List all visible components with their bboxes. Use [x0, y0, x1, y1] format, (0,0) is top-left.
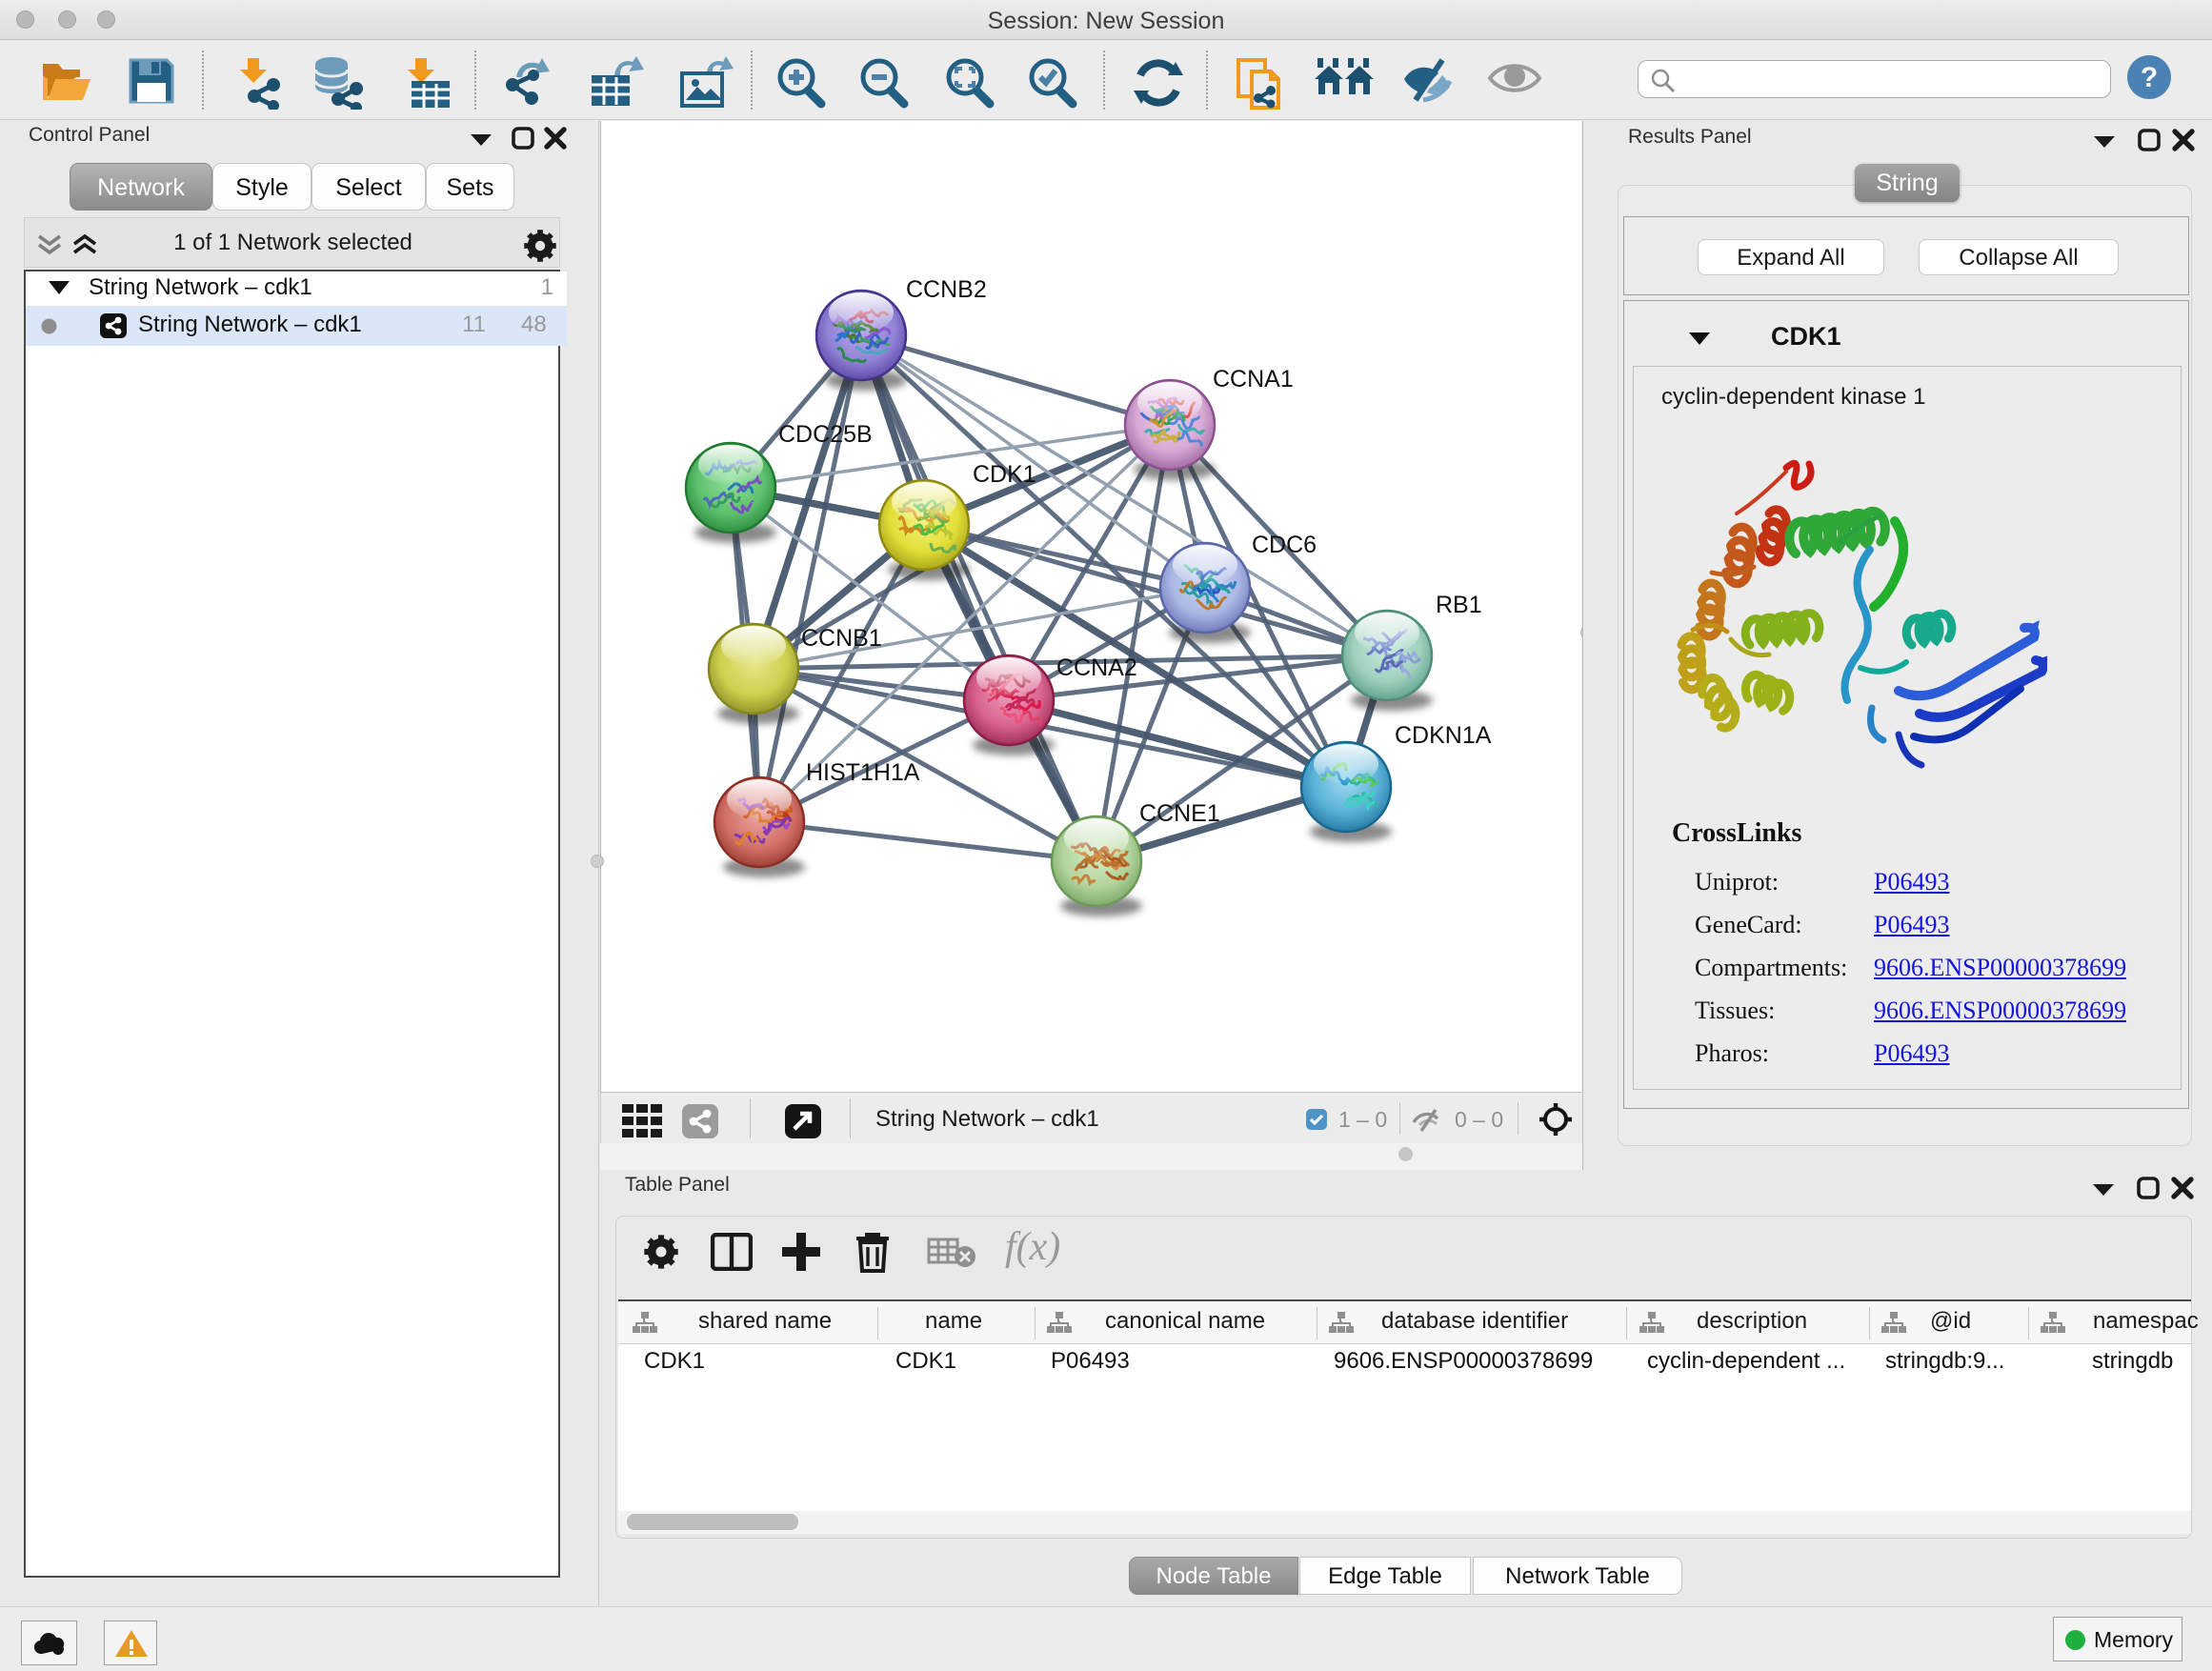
svg-text:RB1: RB1 — [1436, 592, 1482, 618]
svg-text:CDC25B: CDC25B — [778, 421, 873, 448]
svg-text:HIST1H1A: HIST1H1A — [806, 759, 920, 786]
svg-text:CCNA1: CCNA1 — [1213, 366, 1294, 393]
svg-text:?: ? — [2141, 62, 2158, 93]
svg-text:CDK1: CDK1 — [973, 461, 1036, 488]
svg-text:CDKN1A: CDKN1A — [1395, 722, 1492, 749]
svg-text:CCNB1: CCNB1 — [801, 625, 882, 652]
svg-text:CCNA2: CCNA2 — [1056, 654, 1137, 681]
svg-text:CCNB2: CCNB2 — [906, 276, 987, 303]
svg-text:CCNE1: CCNE1 — [1139, 800, 1220, 827]
svg-text:CDC6: CDC6 — [1252, 532, 1317, 558]
